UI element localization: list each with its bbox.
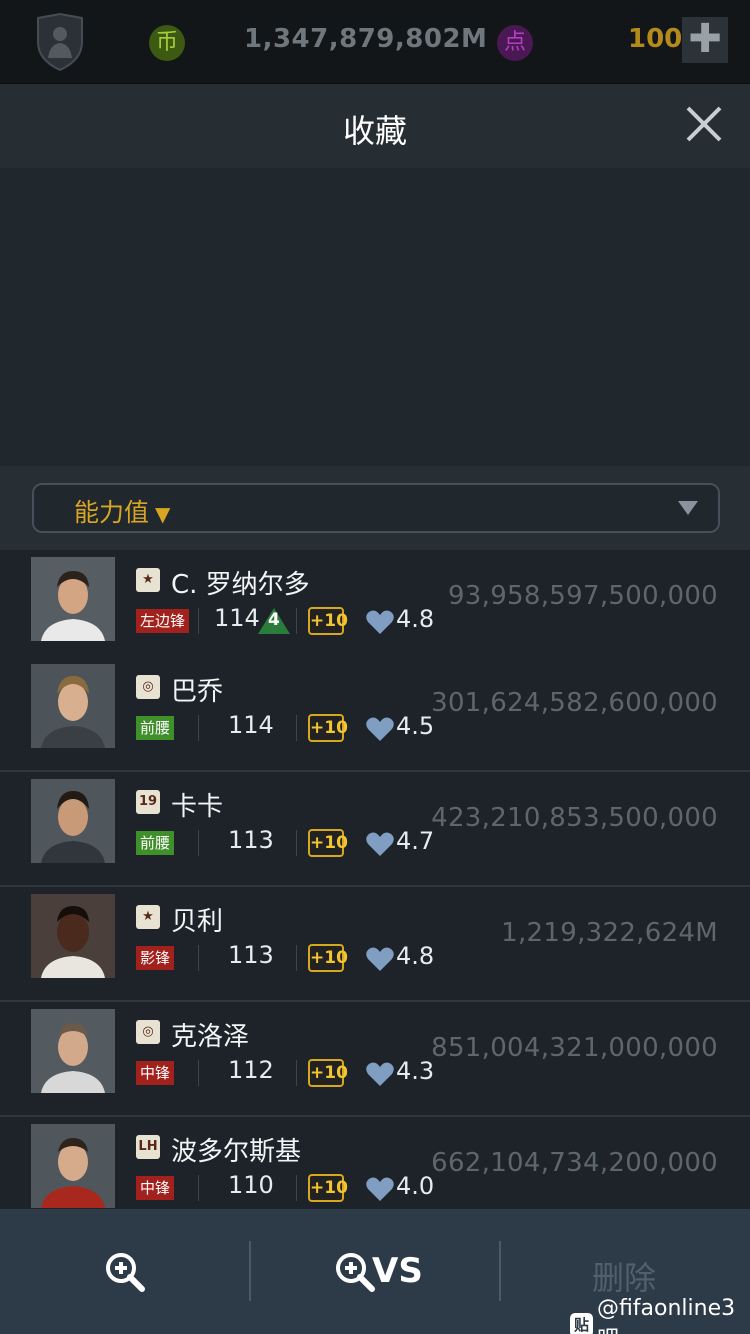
player-rating: 4.8 xyxy=(396,942,435,970)
position-badge: 左边锋 xyxy=(136,609,190,633)
player-row[interactable]: LH 波多尔斯基 中锋 110 +10 4.0 662,104,734,200,… xyxy=(0,1117,750,1210)
enhance-badge: +10 xyxy=(308,944,348,972)
season-badge: LH xyxy=(136,1135,160,1159)
player-list[interactable]: ★ C. 罗纳尔多 左边锋 114 4 +10 4.8 93,958,597,5… xyxy=(0,550,750,1210)
club-badge-icon[interactable] xyxy=(34,12,86,72)
divider xyxy=(198,830,199,856)
point-icon: 点 xyxy=(497,25,533,61)
player-row[interactable]: 19 卡卡 前腰 113 +10 4.7 423,210,853,500,000 xyxy=(0,772,750,887)
ovr-up-value: 4 xyxy=(268,610,280,630)
zoom-in-icon xyxy=(106,1253,145,1292)
delete-label: 删除 xyxy=(592,1259,657,1297)
player-price: 851,004,321,000,000 xyxy=(431,1033,718,1063)
overall-rating: 113 xyxy=(228,826,274,854)
player-row[interactable]: ★ 贝利 影锋 113 +10 4.8 1,219,322,624M xyxy=(0,887,750,1002)
coin-balance: 1,347,879,802M xyxy=(244,24,488,54)
divider xyxy=(198,1060,199,1086)
sort-label: 能力值 ▼ xyxy=(74,498,171,527)
player-name: 贝利 xyxy=(171,907,224,937)
sort-dropdown[interactable]: 能力值 ▼ xyxy=(32,483,720,533)
player-rating: 4.0 xyxy=(396,1172,435,1200)
divider xyxy=(198,608,199,634)
position-badge: 前腰 xyxy=(136,716,175,740)
player-name: C. 罗纳尔多 xyxy=(171,570,310,600)
enhance-badge: +10 xyxy=(308,1059,348,1087)
enhance-badge: +10 xyxy=(308,1174,348,1202)
heart-icon xyxy=(366,832,394,856)
overall-rating: 113 xyxy=(228,941,274,969)
watermark: 贴 @fifaonline3吧 xyxy=(570,1296,750,1334)
player-rating: 4.3 xyxy=(396,1057,435,1085)
season-badge: ★ xyxy=(136,905,160,929)
close-icon[interactable] xyxy=(680,100,728,148)
player-price: 662,104,734,200,000 xyxy=(431,1148,718,1178)
player-row[interactable]: ◎ 巴乔 前腰 114 +10 4.5 301,624,582,600,000 xyxy=(0,657,750,772)
add-points-button[interactable]: ✚ xyxy=(682,17,728,63)
season-badge: ◎ xyxy=(136,675,160,699)
divider xyxy=(296,830,297,856)
divider xyxy=(296,1175,297,1201)
player-name: 波多尔斯基 xyxy=(171,1137,302,1167)
player-rating: 4.8 xyxy=(396,605,435,633)
player-price: 301,624,582,600,000 xyxy=(431,688,718,718)
season-badge: ★ xyxy=(136,568,160,592)
season-badge: 19 xyxy=(136,790,160,814)
zoom-in-icon xyxy=(336,1253,375,1292)
divider xyxy=(296,608,297,634)
position-badge: 前腰 xyxy=(136,831,175,855)
season-badge: ◎ xyxy=(136,1020,160,1044)
chevron-down-icon xyxy=(678,501,698,515)
title-bar: 收藏 xyxy=(0,84,750,168)
enhance-badge: +10 xyxy=(308,714,348,742)
heart-icon xyxy=(366,1062,394,1086)
divider xyxy=(198,1175,199,1201)
page-title: 收藏 xyxy=(342,112,407,150)
status-bar: 币 1,347,879,802M 点 100 ✚ xyxy=(0,0,750,84)
player-rating: 4.7 xyxy=(396,827,435,855)
player-price: 93,958,597,500,000 xyxy=(447,581,718,611)
overall-rating: 112 xyxy=(228,1056,274,1084)
overall-rating: 114 xyxy=(214,604,260,632)
position-badge: 中锋 xyxy=(136,1061,175,1085)
compare-label: VS xyxy=(372,1251,423,1291)
divider xyxy=(296,715,297,741)
heart-icon xyxy=(366,610,394,634)
divider xyxy=(296,945,297,971)
overall-rating: 114 xyxy=(228,711,274,739)
heart-icon xyxy=(366,717,394,741)
point-balance: 100 xyxy=(628,24,683,54)
player-avatar xyxy=(31,894,115,978)
watermark-text: @fifaonline3吧 xyxy=(596,1296,736,1334)
position-badge: 影锋 xyxy=(136,946,175,970)
heart-icon xyxy=(366,1177,394,1201)
player-avatar xyxy=(31,664,115,748)
divider xyxy=(296,1060,297,1086)
compare-panel xyxy=(0,168,750,466)
player-row[interactable]: ★ C. 罗纳尔多 左边锋 114 4 +10 4.8 93,958,597,5… xyxy=(0,550,750,665)
enhance-badge: +10 xyxy=(308,607,348,635)
overall-rating: 110 xyxy=(228,1171,274,1199)
player-rating: 4.5 xyxy=(396,712,435,740)
player-avatar xyxy=(31,1124,115,1208)
tieba-icon: 贴 xyxy=(570,1312,593,1334)
player-price: 423,210,853,500,000 xyxy=(431,803,718,833)
player-name: 克洛泽 xyxy=(171,1022,250,1052)
detail-button[interactable] xyxy=(0,1209,249,1334)
position-badge: 中锋 xyxy=(136,1176,175,1200)
coin-icon: 币 xyxy=(149,25,185,61)
player-avatar xyxy=(31,1009,115,1093)
divider xyxy=(198,715,199,741)
divider xyxy=(198,945,199,971)
player-name: 巴乔 xyxy=(171,677,224,707)
player-avatar xyxy=(31,779,115,863)
player-name: 卡卡 xyxy=(171,792,224,822)
player-row[interactable]: ◎ 克洛泽 中锋 112 +10 4.3 851,004,321,000,000 xyxy=(0,1002,750,1117)
player-price: 1,219,322,624M xyxy=(501,918,718,948)
heart-icon xyxy=(366,947,394,971)
sort-direction-icon: ▼ xyxy=(155,502,171,526)
enhance-badge: +10 xyxy=(308,829,348,857)
player-avatar xyxy=(31,557,115,641)
